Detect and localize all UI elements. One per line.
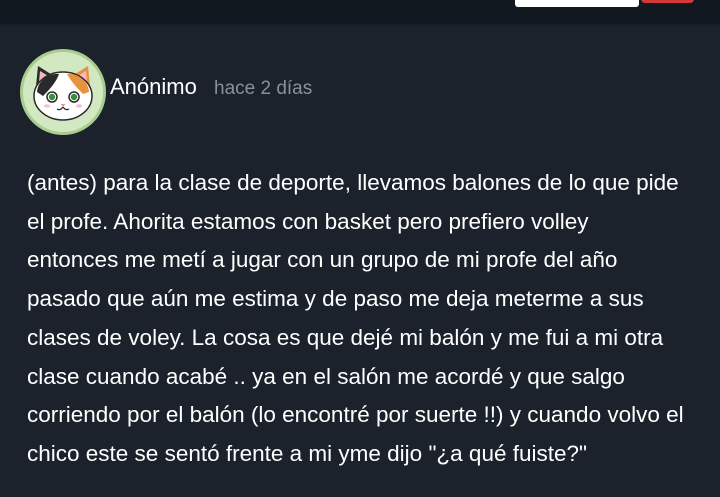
submit-button[interactable] xyxy=(641,0,694,3)
post-body-line: entonces me metí a jugar con un grupo de… xyxy=(27,247,618,273)
post-body: (antes) para la clase de deporte, llevam… xyxy=(27,164,707,474)
post-body-line: (antes) para la clase de deporte, llevam… xyxy=(27,170,679,195)
post-body-line: clases de voley. La cosa es que dejé mi … xyxy=(27,324,664,350)
post-timestamp: hace 2 días xyxy=(214,78,313,99)
post-body-line: pasado que aún me estima y de paso me de… xyxy=(27,286,644,312)
post-body-line: chico este se sentó frente a mi yme dijo… xyxy=(27,440,588,466)
post-body-line: clase cuando acabé .. ya en el salón me … xyxy=(27,363,625,389)
avatar[interactable] xyxy=(20,49,106,135)
top-bar xyxy=(0,0,720,24)
search-input[interactable] xyxy=(515,0,639,7)
calico-cat-icon xyxy=(33,66,93,121)
post-body-line: el profe. Ahorita estamos con basket per… xyxy=(27,208,589,234)
author-name[interactable]: Anónimo xyxy=(110,74,197,100)
post-body-line: corriendo por el balón (lo encontré por … xyxy=(27,402,684,428)
